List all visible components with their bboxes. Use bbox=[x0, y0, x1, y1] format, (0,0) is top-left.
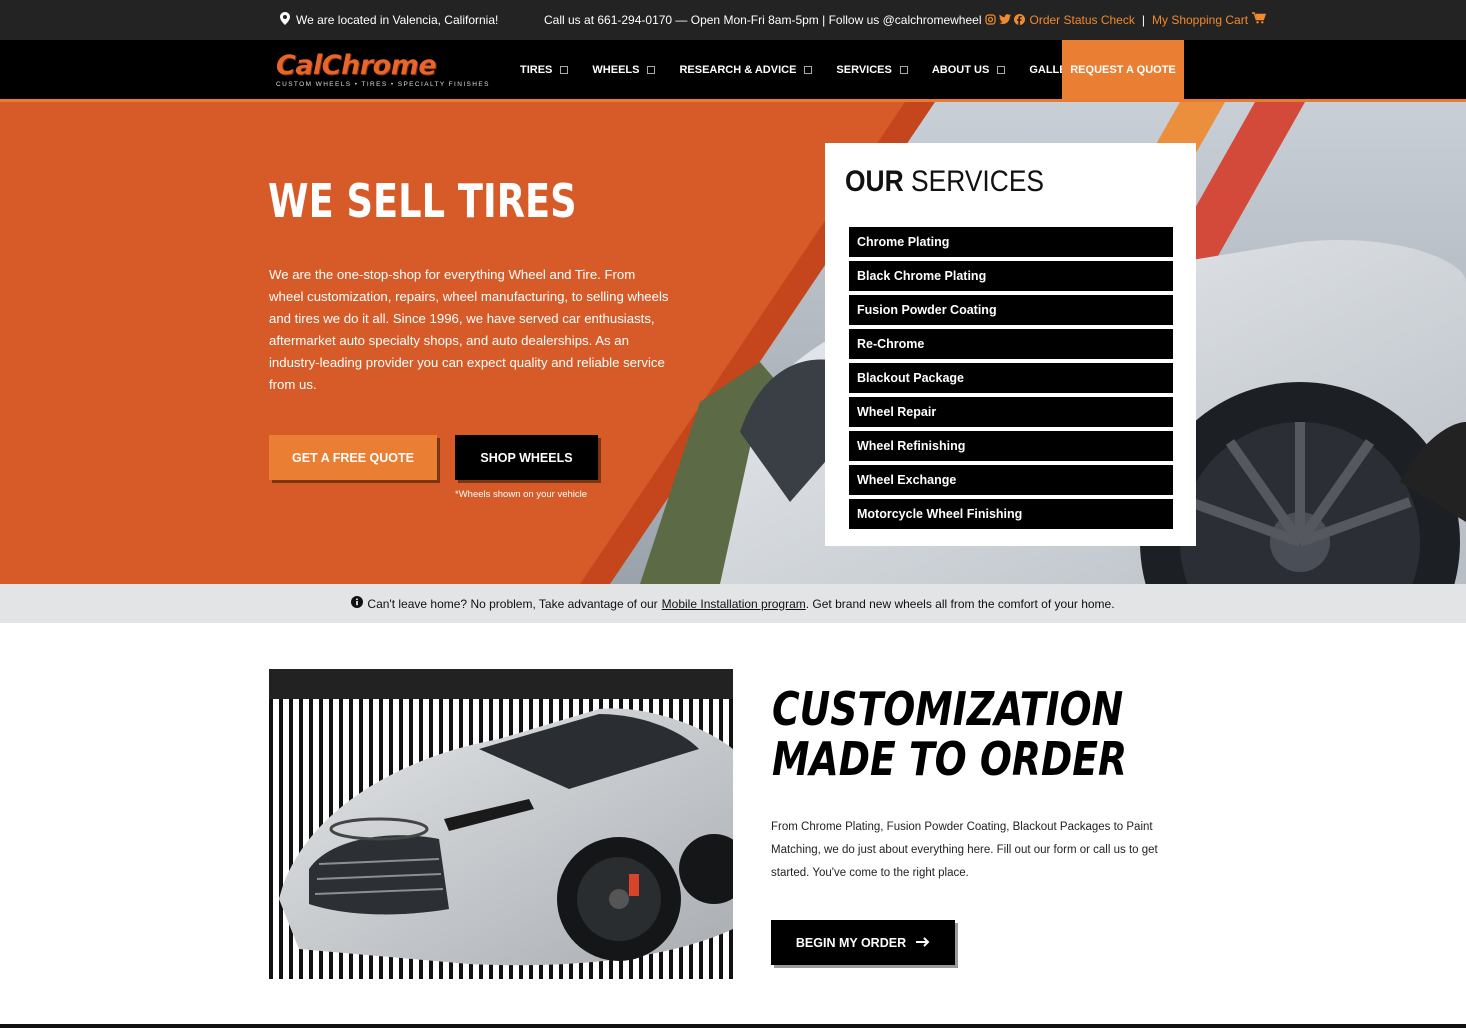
service-item[interactable]: Wheel Exchange bbox=[849, 465, 1173, 495]
dropdown-icon bbox=[997, 66, 1006, 74]
main-navbar: CalChrome CUSTOM WHEELS • TIRES • SPECIA… bbox=[0, 40, 1466, 102]
customization-title: CUSTOMIZATION MADE TO ORDER bbox=[772, 682, 1128, 786]
nav-item-services[interactable]: SERVICES bbox=[836, 64, 908, 76]
nav-item-wheels[interactable]: WHEELS bbox=[592, 64, 656, 76]
nav-label: WHEELS bbox=[592, 64, 640, 76]
get-free-quote-button[interactable]: GET A FREE QUOTE bbox=[269, 435, 437, 480]
service-item[interactable]: Wheel Refinishing bbox=[849, 431, 1173, 461]
dropdown-icon bbox=[560, 66, 569, 74]
primary-nav: TIRES WHEELS RESEARCH & ADVICE SERVICES … bbox=[520, 40, 1105, 100]
nav-label: ABOUT US bbox=[931, 64, 990, 76]
services-title: OUR SERVICES bbox=[845, 165, 1044, 199]
arrow-right-icon bbox=[916, 936, 930, 950]
customization-description: From Chrome Plating, Fusion Powder Coati… bbox=[771, 821, 1158, 879]
logo-brand: CalChrome bbox=[276, 50, 437, 81]
nav-item-tires[interactable]: TIRES bbox=[520, 64, 569, 76]
order-status-link[interactable]: Order Status Check bbox=[1029, 13, 1134, 27]
service-item[interactable]: Black Chrome Plating bbox=[849, 261, 1173, 291]
location-text: We are located in Valencia, California! bbox=[296, 13, 499, 27]
mobile-install-notice: Can't leave home? No problem, Take advan… bbox=[0, 584, 1466, 623]
request-quote-button[interactable]: REQUEST A QUOTE bbox=[1062, 40, 1184, 100]
dropdown-icon bbox=[899, 66, 908, 74]
shop-wheels-button[interactable]: SHOP WHEELS bbox=[455, 435, 598, 480]
map-pin-icon bbox=[280, 12, 290, 28]
notice-text-after: . Get brand new wheels all from the comf… bbox=[805, 596, 1115, 611]
nav-label: TIRES bbox=[520, 64, 553, 76]
nav-item-research[interactable]: RESEARCH & ADVICE bbox=[679, 64, 813, 76]
nav-label: RESEARCH & ADVICE bbox=[679, 64, 797, 76]
nav-item-about[interactable]: ABOUT US bbox=[931, 64, 1006, 76]
link-separator: | bbox=[1141, 12, 1145, 27]
logo-tagline: CUSTOM WHEELS • TIRES • SPECIALTY FINISH… bbox=[276, 81, 490, 88]
nav-label: SERVICES bbox=[836, 64, 892, 76]
service-item[interactable]: Blackout Package bbox=[849, 363, 1173, 393]
hero-description: We are the one-stop-shop for everything … bbox=[269, 267, 669, 392]
contact-info: Call us at 661-294-0170 — Open Mon-Fri 8… bbox=[544, 12, 1267, 27]
begin-order-label: BEGIN MY ORDER bbox=[795, 935, 907, 950]
shopping-cart-link[interactable]: My Shopping Cart bbox=[1152, 13, 1248, 27]
contact-text: Call us at 661-294-0170 — Open Mon-Fri 8… bbox=[544, 12, 982, 27]
facebook-icon[interactable] bbox=[1014, 14, 1026, 25]
customized-car-image bbox=[269, 669, 733, 979]
hero-background-image bbox=[0, 102, 1466, 584]
hero-title: WE SELL TIRES bbox=[268, 174, 577, 228]
service-item[interactable]: Fusion Powder Coating bbox=[849, 295, 1173, 325]
mobile-installation-link[interactable]: Mobile Installation program bbox=[662, 597, 806, 611]
services-title-rest: SERVICES bbox=[911, 165, 1045, 198]
service-item[interactable]: Re-Chrome bbox=[849, 329, 1173, 359]
location-info: We are located in Valencia, California! bbox=[280, 12, 498, 28]
info-icon bbox=[351, 596, 364, 611]
dropdown-icon bbox=[647, 66, 656, 74]
services-title-bold: OUR bbox=[845, 165, 904, 198]
hero-section: WE SELL TIRES We are the one-stop-shop f… bbox=[0, 102, 1466, 584]
notice-text-before: Can't leave home? No problem, Take advan… bbox=[367, 596, 658, 611]
social-links bbox=[985, 14, 1026, 25]
service-item[interactable]: Wheel Repair bbox=[849, 397, 1173, 427]
page-bottom-border bbox=[0, 1024, 1466, 1028]
service-item[interactable]: Chrome Plating bbox=[849, 227, 1173, 257]
wheels-note: *Wheels shown on your vehicle bbox=[455, 489, 588, 500]
service-item[interactable]: Motorcycle Wheel Finishing bbox=[849, 499, 1173, 529]
dropdown-icon bbox=[804, 66, 813, 74]
services-card: OUR SERVICES Chrome Plating Black Chrome… bbox=[825, 143, 1196, 546]
top-info-bar: We are located in Valencia, California! … bbox=[0, 0, 1466, 40]
instagram-icon[interactable] bbox=[985, 14, 997, 25]
services-list: Chrome Plating Black Chrome Plating Fusi… bbox=[849, 227, 1173, 533]
site-logo[interactable]: CalChrome CUSTOM WHEELS • TIRES • SPECIA… bbox=[276, 50, 490, 92]
cart-icon[interactable] bbox=[1252, 12, 1267, 27]
twitter-icon[interactable] bbox=[999, 14, 1012, 25]
begin-order-button[interactable]: BEGIN MY ORDER bbox=[771, 920, 955, 965]
